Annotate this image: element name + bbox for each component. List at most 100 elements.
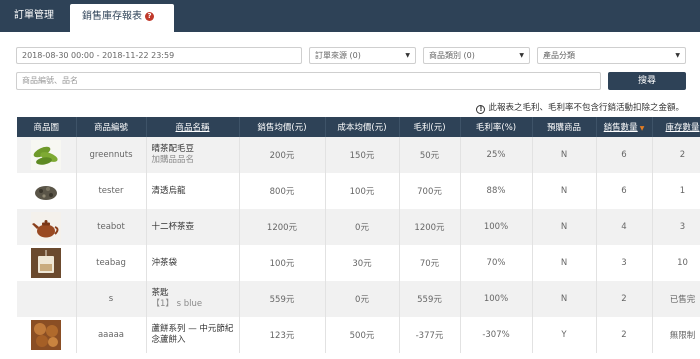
table-row: s 茶匙 【1】 s blue 559元 0元 559元 100% N 2 已售完: [17, 281, 700, 317]
header-avg-cost: 成本均價(元): [325, 117, 400, 137]
preorder-cell: N: [532, 281, 597, 317]
header-preorder: 預購商品: [532, 117, 597, 137]
sort-desc-icon: ▼: [639, 125, 645, 132]
edamame-photo: [31, 140, 62, 170]
dropdown-caret-icon: ▼: [675, 52, 680, 59]
product-group-select[interactable]: 產品分類 ▼: [537, 47, 686, 64]
margin-cell: 100%: [460, 281, 533, 317]
avg-price-cell: 1200元: [239, 209, 326, 245]
mooncake-photo: [31, 320, 62, 350]
product-image-cell: [17, 209, 77, 245]
product-search-input[interactable]: 商品編號、品名: [16, 72, 601, 90]
product-code-cell: s: [76, 281, 147, 317]
sales-qty-cell: 2: [596, 281, 653, 317]
avg-cost-cell: 30元: [325, 245, 400, 281]
table-row: teabag 沖茶袋 100元 30元 70元 70% N 3 10: [17, 245, 700, 281]
product-image-cell: [17, 317, 77, 353]
margin-cell: 70%: [460, 245, 533, 281]
stock-qty-cell: 3: [652, 209, 700, 245]
table-row: teabot 十二杯茶壺 1200元 0元 1200元 100% N 4 3: [17, 209, 700, 245]
avg-price-cell: 200元: [239, 137, 326, 173]
header-sales-qty[interactable]: 銷售數量 ▼: [596, 117, 653, 137]
teabag-photo: [31, 248, 62, 278]
profit-cell: 700元: [399, 173, 461, 209]
stock-qty-cell: 2: [652, 137, 700, 173]
product-code-cell: tester: [76, 173, 147, 209]
report-notice: ! 此報表之毛利、毛利率不包含行銷活動扣除之金額。: [476, 101, 684, 114]
sales-qty-cell: 6: [596, 173, 653, 209]
avg-price-cell: 800元: [239, 173, 326, 209]
stock-qty-cell: 10: [652, 245, 700, 281]
product-group-value: 產品分類: [543, 51, 575, 60]
product-name-cell: 蘆餅系列 — 中元節紀念蘆餅入: [146, 317, 240, 353]
preorder-cell: N: [532, 137, 597, 173]
product-image-cell: [17, 245, 77, 281]
product-image-cell: [17, 173, 77, 209]
product-name: 十二杯茶壺: [151, 221, 195, 232]
avg-cost-cell: 100元: [325, 173, 400, 209]
product-category-select[interactable]: 商品類別 (0) ▼: [423, 47, 530, 64]
avg-price-cell: 123元: [239, 317, 326, 353]
header-profit: 毛利(元): [399, 117, 461, 137]
date-range-input[interactable]: 2018-08-30 00:00 - 2018-11-22 23:59: [16, 47, 302, 64]
product-image-cell: [17, 281, 77, 317]
margin-cell: 100%: [460, 209, 533, 245]
header-stock-qty[interactable]: 庫存數量: [652, 117, 700, 137]
preorder-cell: N: [532, 209, 597, 245]
product-code-cell: greennuts: [76, 137, 147, 173]
stock-qty-cell: 已售完: [652, 281, 700, 317]
header-margin: 毛利率(%): [460, 117, 533, 137]
profit-cell: 559元: [399, 281, 461, 317]
table-row: aaaaa 蘆餅系列 — 中元節紀念蘆餅入 123元 500元 -377元 -3…: [17, 317, 700, 353]
profit-cell: 70元: [399, 245, 461, 281]
margin-cell: -307%: [460, 317, 533, 353]
header-product-code: 商品編號: [76, 117, 147, 137]
avg-price-cell: 100元: [239, 245, 326, 281]
stock-qty-cell: 無限制: [652, 317, 700, 353]
margin-cell: 25%: [460, 137, 533, 173]
help-icon[interactable]: ?: [145, 12, 154, 21]
report-notice-text: 此報表之毛利、毛利率不包含行銷活動扣除之金額。: [488, 103, 684, 113]
preorder-cell: Y: [532, 317, 597, 353]
product-name: 蘆餅系列 — 中元節紀念蘆餅入: [151, 324, 234, 345]
dropdown-caret-icon: ▼: [519, 52, 524, 59]
stock-qty-cell: 1: [652, 173, 700, 209]
product-name: 晴茶配毛豆: [151, 144, 195, 154]
product-name: 清透烏龍: [151, 185, 186, 196]
product-name-sub: 加購品品名: [151, 155, 195, 165]
product-code-cell: aaaaa: [76, 317, 147, 353]
sales-qty-cell: 2: [596, 317, 653, 353]
header-product-name[interactable]: 商品名稱: [146, 117, 240, 137]
teapot-photo: [31, 212, 62, 242]
tab-orders[interactable]: 訂單管理: [0, 0, 68, 32]
dropdown-caret-icon: ▼: [405, 52, 410, 59]
header-image: 商品圖: [17, 117, 77, 137]
profit-cell: -377元: [399, 317, 461, 353]
header-sales-qty-label: 銷售數量: [603, 123, 638, 133]
order-source-select[interactable]: 訂單來源 (0) ▼: [309, 47, 416, 64]
preorder-cell: N: [532, 245, 597, 281]
product-name: 沖茶袋: [151, 257, 178, 268]
product-name: 茶匙: [151, 288, 169, 298]
sales-qty-cell: 4: [596, 209, 653, 245]
tab-sales-inventory-report[interactable]: 銷售庫存報表?: [70, 4, 174, 32]
order-source-value: 訂單來源 (0): [315, 51, 361, 60]
profit-cell: 50元: [399, 137, 461, 173]
product-category-value: 商品類別 (0): [429, 51, 475, 60]
tab-report-label: 銷售庫存報表: [82, 11, 142, 22]
avg-cost-cell: 150元: [325, 137, 400, 173]
product-code-cell: teabag: [76, 245, 147, 281]
sales-qty-cell: 6: [596, 137, 653, 173]
product-name-cell: 沖茶袋: [146, 245, 240, 281]
product-name-cell: 晴茶配毛豆 加購品品名: [146, 137, 240, 173]
avg-cost-cell: 0元: [325, 281, 400, 317]
avg-cost-cell: 0元: [325, 209, 400, 245]
avg-price-cell: 559元: [239, 281, 326, 317]
top-nav-bar: 訂單管理 銷售庫存報表?: [0, 0, 700, 32]
product-code-cell: teabot: [76, 209, 147, 245]
info-icon: !: [476, 105, 486, 114]
tea-leaves-photo: [31, 176, 62, 206]
product-name-cell: 茶匙 【1】 s blue: [146, 281, 240, 317]
search-button[interactable]: 搜尋: [608, 72, 686, 90]
table-row: tester 清透烏龍 800元 100元 700元 88% N 6 1: [17, 173, 700, 209]
